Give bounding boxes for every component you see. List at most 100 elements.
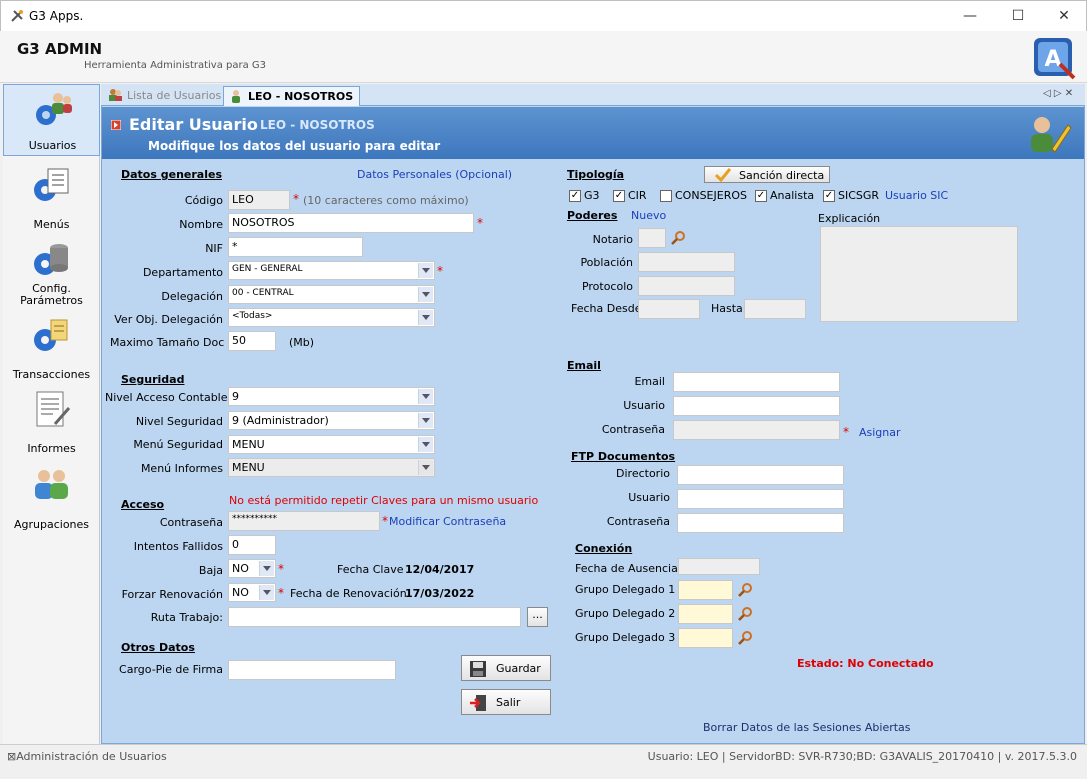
salir-button[interactable]: Salir (461, 689, 551, 715)
fecha-desde-label: Fecha Desde (571, 302, 642, 315)
modificar-contrasena-link[interactable]: Modificar Contraseña (389, 515, 506, 528)
guardar-button[interactable]: Guardar (461, 655, 551, 681)
consejeros-checkbox[interactable] (660, 190, 672, 202)
email-field[interactable] (673, 372, 840, 392)
delegacion-select[interactable]: 00 - CENTRAL (228, 285, 435, 304)
asignar-link[interactable]: Asignar (859, 426, 901, 439)
checkmark-icon (715, 168, 731, 182)
status-left: ⊠Administración de Usuarios (7, 750, 167, 763)
email-usuario-field[interactable] (673, 396, 840, 416)
browse-button[interactable]: ... (527, 607, 548, 627)
sicsgr-checkbox[interactable]: ✓ (823, 190, 835, 202)
banner-subtitle: Modifique los datos del usuario para edi… (148, 139, 441, 153)
cargo-field[interactable] (228, 660, 396, 680)
explicacion-textarea[interactable] (820, 226, 1018, 322)
baja-select[interactable]: NO (228, 559, 276, 578)
tab-lista-usuarios[interactable]: Lista de Usuarios (103, 86, 227, 106)
window-title: G3 Apps. (29, 9, 84, 23)
consejeros-label: CONSEJEROS (675, 189, 747, 202)
poblacion-field[interactable] (638, 252, 735, 272)
contrasena-field[interactable]: ********** (228, 511, 380, 531)
search-icon[interactable] (671, 230, 687, 246)
hasta-field[interactable] (744, 299, 806, 319)
status-resize-icon: ⊠ (7, 750, 17, 763)
search-icon[interactable] (738, 630, 754, 646)
ver-obj-value: <Todas> (232, 311, 273, 321)
menu-informes-select[interactable]: MENU (228, 458, 435, 477)
datos-personales-link[interactable]: Datos Personales (Opcional) (357, 168, 512, 181)
ruta-trabajo-field[interactable] (228, 607, 521, 627)
explicacion-label: Explicación (818, 212, 881, 225)
admin-logo-icon: A (1034, 38, 1076, 80)
fecha-desde-field[interactable] (638, 299, 700, 319)
banner-user-name: LEO - NOSOTROS (260, 118, 375, 132)
required-mark: * (843, 425, 849, 439)
collapse-icon[interactable] (111, 120, 121, 130)
edit-banner: Editar Usuario LEO - NOSOTROS Modifique … (102, 107, 1084, 159)
section-poderes: Poderes (567, 209, 618, 222)
menu-seguridad-select[interactable]: MENU (228, 435, 435, 454)
search-icon[interactable] (738, 582, 754, 598)
database-gear-icon (34, 244, 68, 275)
grupo-delegado-1-field[interactable] (678, 580, 733, 600)
sidebar-item-agrupaciones[interactable]: Agrupaciones (3, 462, 100, 534)
tab-leo-nosotros[interactable]: LEO - NOSOTROS (223, 86, 361, 106)
forzar-renovacion-select[interactable]: NO (228, 583, 276, 602)
ftp-directorio-field[interactable] (677, 465, 844, 485)
nivel-contable-select[interactable]: 9 (228, 387, 435, 406)
fecha-clave-value: 12/04/2017 (405, 563, 475, 576)
usuario-sic-link[interactable]: Usuario SIC (885, 189, 948, 202)
nivel-seguridad-select[interactable]: 9 (Administrador) (228, 411, 435, 430)
maximize-button[interactable]: ☐ (995, 1, 1041, 32)
tab-nav-controls[interactable]: ◁ ▷ ✕ (1043, 88, 1073, 99)
ruta-trabajo-label: Ruta Trabajo: (150, 611, 223, 624)
analista-label: Analista (770, 189, 815, 202)
analista-checkbox[interactable]: ✓ (755, 190, 767, 202)
codigo-field[interactable]: LEO (228, 190, 290, 210)
nombre-field[interactable]: NOSOTROS (228, 213, 474, 233)
intentos-field[interactable]: 0 (228, 535, 276, 555)
sancion-directa-button[interactable]: Sanción directa (704, 166, 830, 183)
sidebar-item-transacciones[interactable]: Transacciones (3, 312, 100, 384)
users-gear-icon (36, 93, 72, 125)
baja-value: NO (232, 562, 249, 575)
transactions-gear-icon (34, 319, 68, 351)
borrar-sesiones-link[interactable]: Borrar Datos de las Sesiones Abiertas (703, 721, 911, 734)
edit-user-icon (1031, 117, 1072, 153)
password-warning: No está permitido repetir Claves para un… (229, 494, 539, 507)
sidebar: Usuarios Menús Config. Parámetros Transa… (3, 84, 100, 744)
sidebar-item-label: Informes (27, 442, 76, 455)
window-titlebar: G3 Apps. — ☐ ✕ (0, 0, 1087, 31)
nif-field[interactable]: * (228, 237, 363, 257)
ftp-contrasena-field[interactable] (677, 513, 844, 533)
intentos-label: Intentos Fallidos (133, 540, 223, 553)
email-contrasena-label: Contraseña (601, 423, 665, 436)
fecha-ausencia-field[interactable] (678, 558, 760, 575)
cir-checkbox[interactable]: ✓ (613, 190, 625, 202)
sidebar-item-menus[interactable]: Menús (3, 162, 100, 234)
search-icon[interactable] (738, 606, 754, 622)
svg-text:A: A (1044, 47, 1061, 72)
max-doc-field[interactable]: 50 (228, 331, 276, 351)
ftp-usuario-field[interactable] (677, 489, 844, 509)
close-button[interactable]: ✕ (1041, 1, 1087, 32)
email-contrasena-field[interactable] (673, 420, 840, 440)
poderes-nuevo-link[interactable]: Nuevo (631, 209, 666, 222)
departamento-select[interactable]: GEN - GENERAL (228, 261, 435, 280)
chevron-down-icon (259, 585, 274, 600)
ver-obj-delegacion-select[interactable]: <Todas> (228, 308, 435, 327)
grupo-delegado-2-field[interactable] (678, 604, 733, 624)
exit-door-icon (470, 695, 486, 711)
protocolo-field[interactable] (638, 276, 735, 296)
grupo-delegado-3-field[interactable] (678, 628, 733, 648)
contrasena-label: Contraseña (159, 516, 223, 529)
required-mark: * (477, 216, 483, 230)
status-bar: ⊠Administración de Usuarios Usuario: LEO… (0, 744, 1087, 779)
notario-field[interactable] (638, 228, 666, 248)
sidebar-item-usuarios[interactable]: Usuarios (3, 84, 100, 156)
cir-label: CIR (628, 189, 647, 202)
g3-checkbox[interactable]: ✓ (569, 190, 581, 202)
sidebar-item-informes[interactable]: Informes (3, 386, 100, 458)
sidebar-item-config-parametros[interactable]: Config. Parámetros (3, 236, 100, 310)
minimize-button[interactable]: — (947, 1, 993, 32)
